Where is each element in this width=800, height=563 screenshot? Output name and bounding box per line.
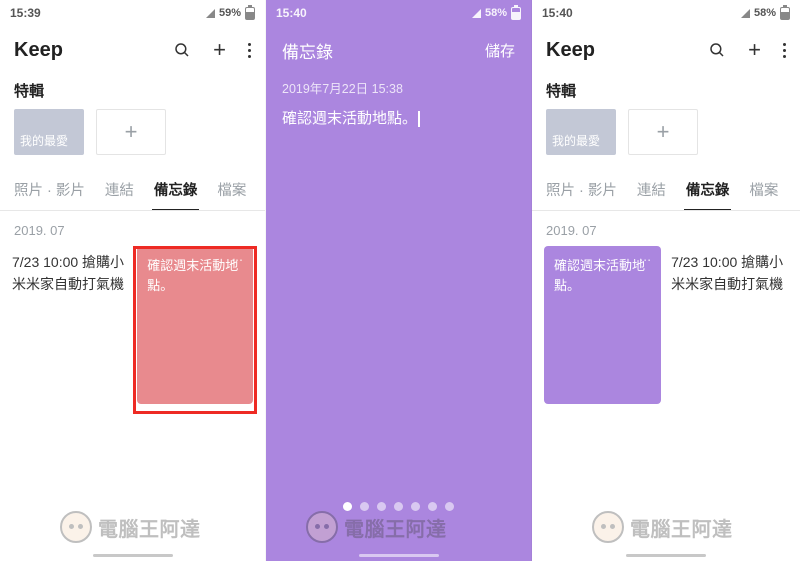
app-title: Keep [546, 39, 595, 62]
color-dot[interactable] [411, 502, 420, 511]
date-header: 2019. 07 [532, 211, 800, 246]
watermark-text: 電腦王阿達 [344, 513, 447, 542]
battery-percent: 58% [485, 7, 507, 19]
watermark-face-icon [592, 511, 624, 543]
clock: 15:40 [542, 6, 573, 20]
editor-body[interactable]: 確認週末活動地點。 [266, 107, 531, 128]
status-right: 59% [206, 7, 255, 20]
search-icon[interactable] [708, 41, 726, 59]
card-more-icon[interactable]: ⋯ [231, 251, 245, 269]
watermark-text: 電腦王阿達 [630, 513, 733, 542]
color-dot[interactable] [343, 502, 352, 511]
color-dot[interactable] [377, 502, 386, 511]
more-icon[interactable] [248, 43, 251, 58]
memo-card-pink[interactable]: ⋯ 確認週末活動地點。 [137, 246, 253, 404]
color-dot-indicator[interactable] [266, 502, 531, 511]
color-dot[interactable] [445, 502, 454, 511]
color-dot[interactable] [428, 502, 437, 511]
app-title: Keep [14, 39, 63, 62]
note-text-card[interactable]: 7/23 10:00 搶購小米米家自動打氣機 [12, 246, 127, 404]
editor-title: 備忘錄 [282, 38, 333, 63]
home-indicator [359, 554, 439, 557]
status-bar: 15:40 58% [532, 0, 800, 26]
watermark-face-icon [60, 511, 92, 543]
favorites-tile-label: 我的最愛 [552, 132, 600, 149]
home-indicator [93, 554, 173, 557]
tab-links[interactable]: 連結 [95, 169, 144, 210]
favorites-tile[interactable]: 我的最愛 [546, 109, 616, 155]
memo-card-text: 確認週末活動地點。 [554, 258, 645, 293]
watermark: 電腦王阿達 [306, 511, 447, 543]
battery-percent: 58% [754, 7, 776, 19]
status-right: 58% [741, 7, 790, 20]
featured-section-label: 特輯 [0, 74, 265, 109]
status-right: 58% [472, 7, 521, 20]
tab-photos[interactable]: 照片 · 影片 [4, 169, 95, 210]
phone-screen-keep-pink: 15:39 59% Keep + 特輯 我的最愛 + 照片 · 影片 [0, 0, 266, 561]
battery-icon [245, 7, 255, 20]
battery-percent: 59% [219, 7, 241, 19]
add-featured-tile[interactable]: + [96, 109, 166, 155]
date-header: 2019. 07 [0, 211, 265, 246]
watermark: 電腦王阿達 [592, 511, 733, 543]
editor-header: 備忘錄 儲存 [266, 26, 531, 74]
editor-timestamp: 2019年7月22日 15:38 [266, 74, 531, 107]
more-icon[interactable] [783, 43, 786, 58]
color-dot[interactable] [360, 502, 369, 511]
app-header: Keep + [532, 26, 800, 74]
clock: 15:40 [276, 6, 307, 20]
note-text-card[interactable]: 7/23 10:00 搶購小米米家自動打氣機 [671, 246, 788, 404]
battery-icon [780, 7, 790, 20]
phone-screen-keep-purple: 15:40 58% Keep + 特輯 我的最愛 + 照片 · 影片 [532, 0, 800, 561]
add-icon[interactable]: + [748, 39, 761, 61]
content-tabs: 照片 · 影片 連結 備忘錄 檔案 [0, 169, 265, 211]
text-cursor [418, 111, 420, 127]
tab-memos[interactable]: 備忘錄 [144, 169, 208, 210]
tab-links[interactable]: 連結 [627, 169, 676, 210]
watermark-face-icon [306, 511, 338, 543]
add-featured-tile[interactable]: + [628, 109, 698, 155]
add-icon[interactable]: + [213, 39, 226, 61]
favorites-tile-label: 我的最愛 [20, 132, 68, 149]
card-more-icon[interactable]: ⋯ [639, 251, 653, 269]
status-bar: 15:39 59% [0, 0, 265, 26]
signal-icon [206, 9, 215, 18]
tab-photos[interactable]: 照片 · 影片 [536, 169, 627, 210]
tab-files[interactable]: 檔案 [207, 169, 256, 210]
editor-content-text: 確認週末活動地點。 [282, 110, 417, 127]
watermark: 電腦王阿達 [60, 511, 201, 543]
signal-icon [741, 9, 750, 18]
battery-icon [511, 7, 521, 20]
featured-section-label: 特輯 [532, 74, 800, 109]
signal-icon [472, 9, 481, 18]
favorites-tile[interactable]: 我的最愛 [14, 109, 84, 155]
tab-memos[interactable]: 備忘錄 [676, 169, 740, 210]
content-tabs: 照片 · 影片 連結 備忘錄 檔案 [532, 169, 800, 211]
memo-card-text: 確認週末活動地點。 [147, 258, 238, 293]
save-button[interactable]: 儲存 [485, 40, 515, 61]
memo-card-purple[interactable]: ⋯ 確認週末活動地點。 [544, 246, 661, 404]
app-header: Keep + [0, 26, 265, 74]
watermark-text: 電腦王阿達 [98, 513, 201, 542]
search-icon[interactable] [173, 41, 191, 59]
tab-files[interactable]: 檔案 [739, 169, 788, 210]
home-indicator [626, 554, 706, 557]
phone-screen-memo-editor: 15:40 58% 備忘錄 儲存 2019年7月22日 15:38 確認週末活動… [266, 0, 532, 561]
color-dot[interactable] [394, 502, 403, 511]
clock: 15:39 [10, 6, 41, 20]
status-bar: 15:40 58% [266, 0, 531, 26]
